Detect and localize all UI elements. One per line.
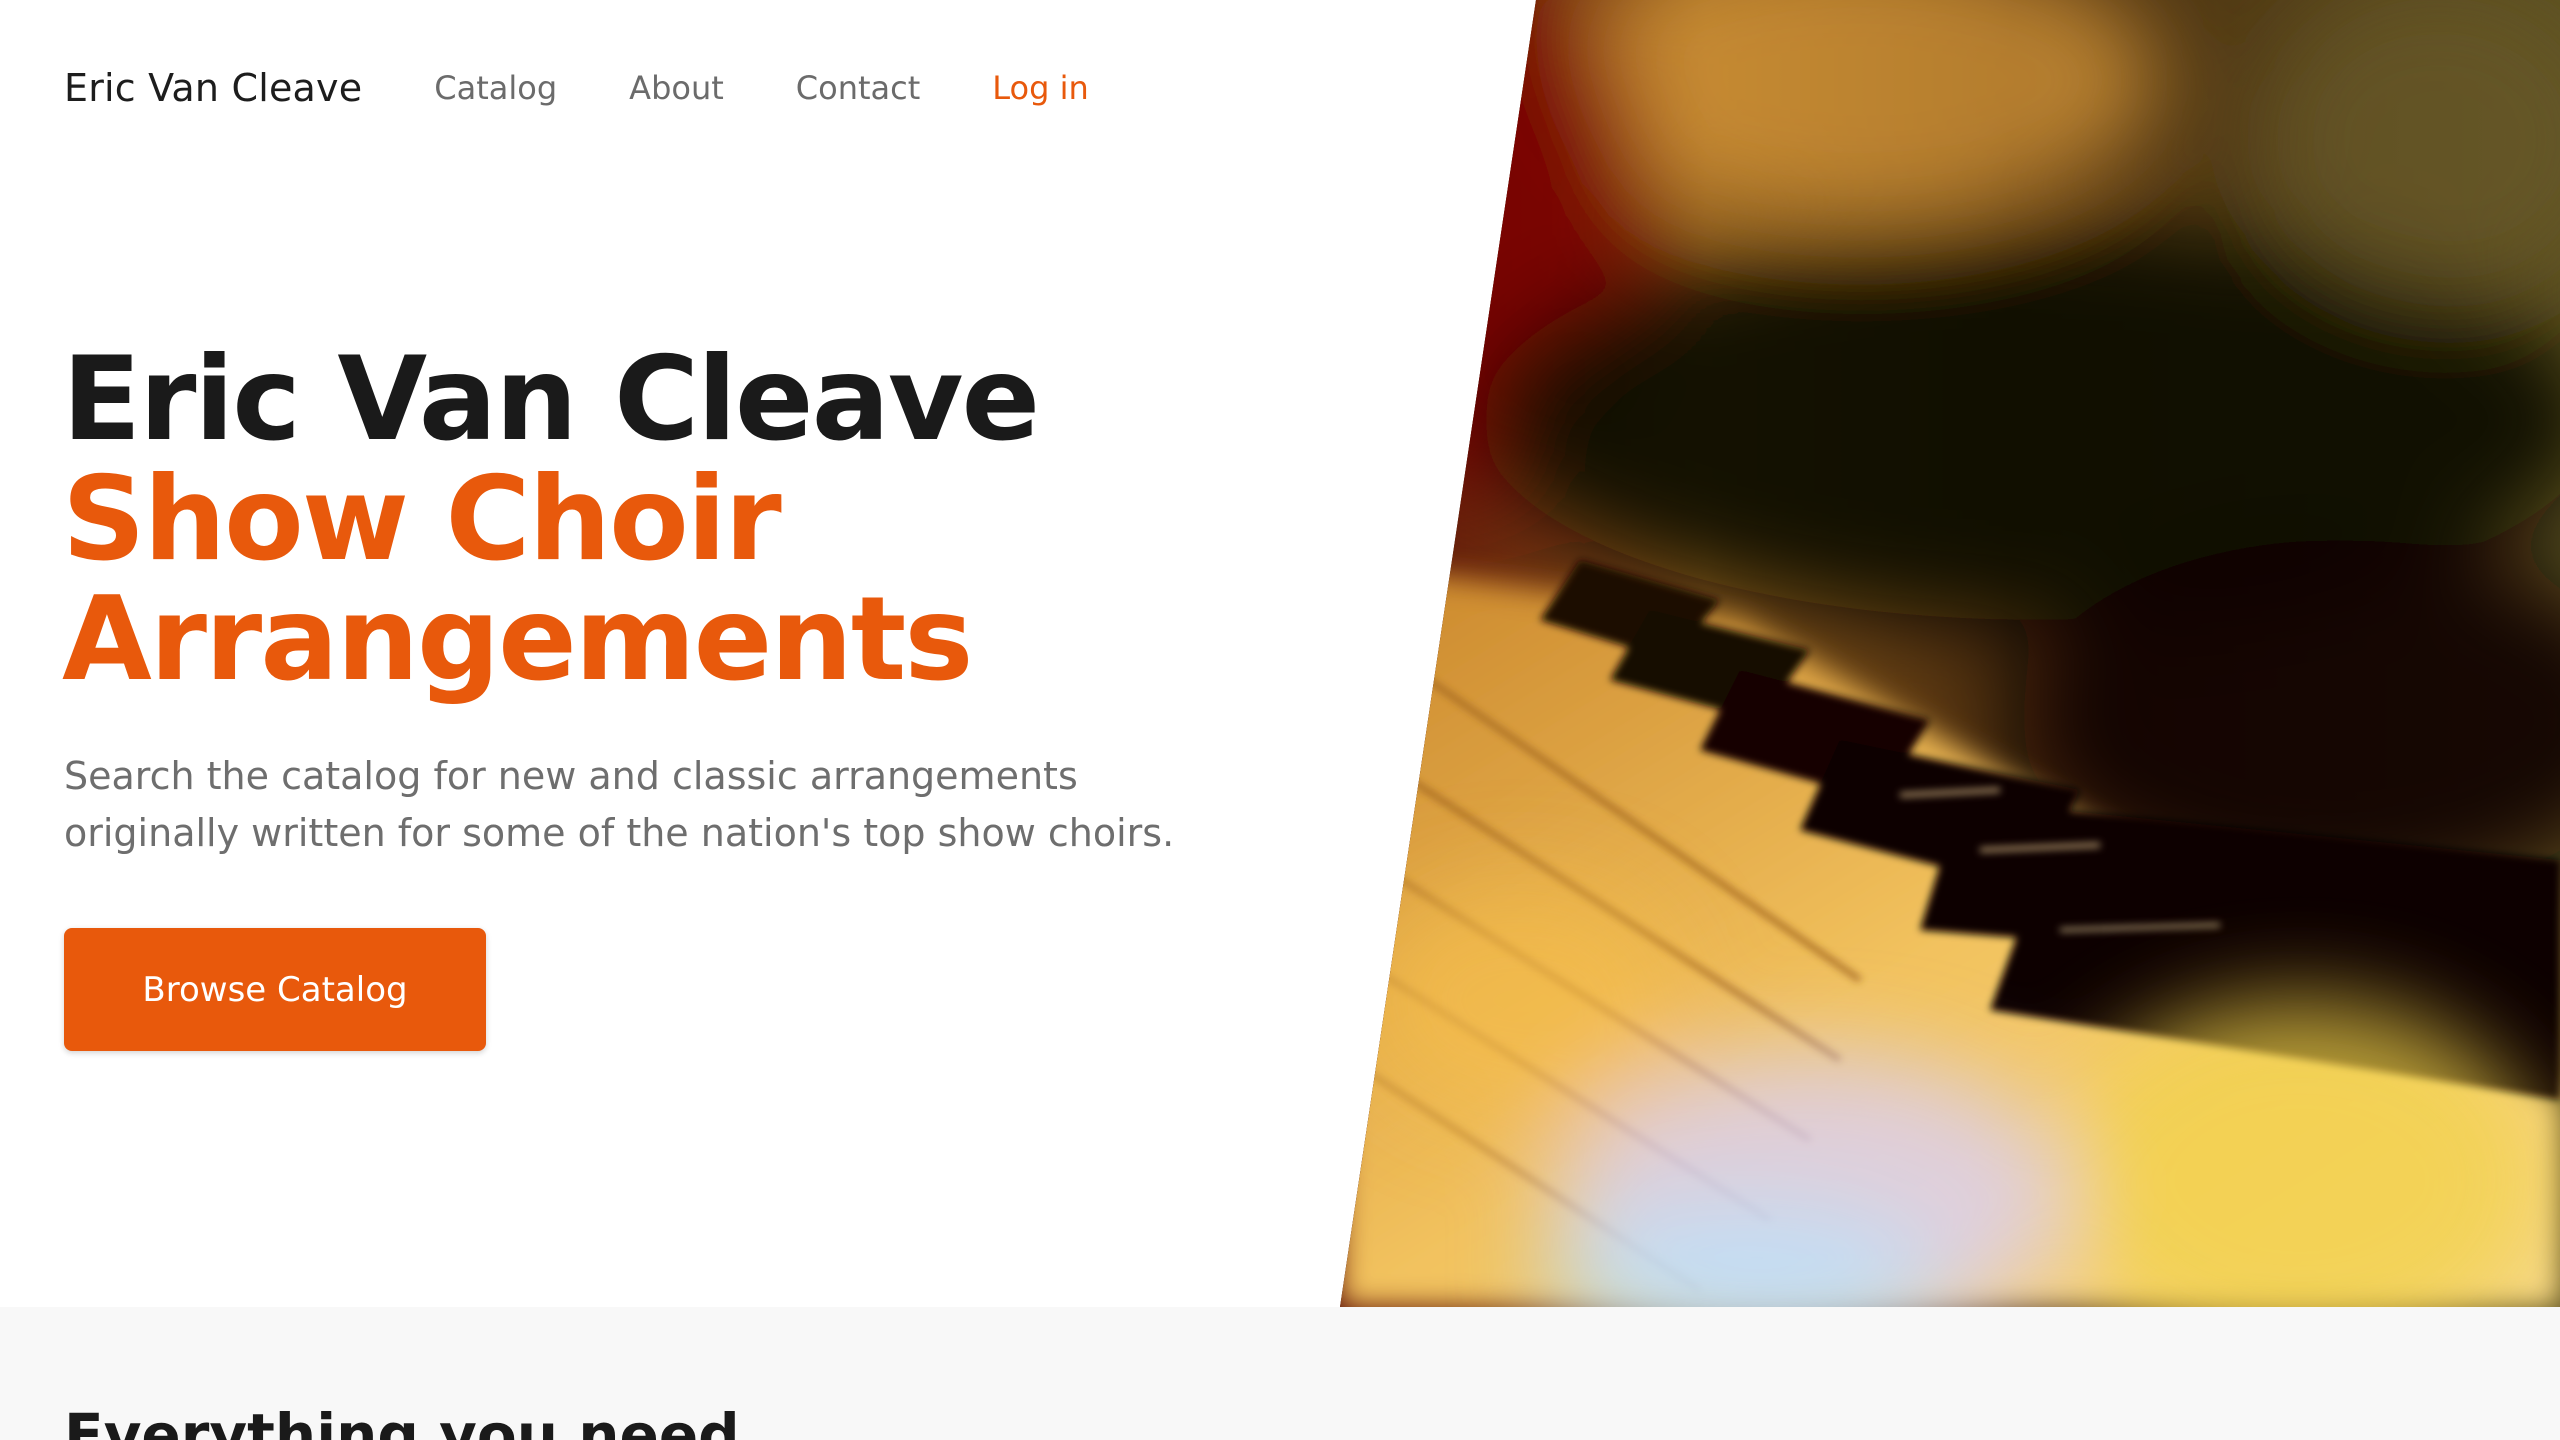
hero-title: Eric Van Cleave Show Choir Arrangements — [62, 332, 1040, 707]
nav-link-about[interactable]: About — [629, 69, 724, 107]
hero-title-name: Eric Van Cleave — [62, 332, 1040, 467]
nav-link-contact[interactable]: Contact — [796, 69, 921, 107]
login-link[interactable]: Log in — [992, 69, 1089, 107]
hero-title-accent-line2: Arrangements — [62, 572, 973, 707]
hero-piano-image — [1340, 0, 2560, 1307]
features-heading: Everything you need — [64, 1401, 740, 1440]
hero-section: Eric Van Cleave Catalog About Contact Lo… — [0, 0, 2560, 1307]
browse-catalog-button[interactable]: Browse Catalog — [64, 928, 486, 1051]
hero-description: Search the catalog for new and classic a… — [64, 754, 1175, 855]
features-section: Everything you need — [0, 1307, 2560, 1440]
top-navigation: Eric Van Cleave Catalog About Contact Lo… — [64, 56, 1129, 120]
hero-title-accent-line1: Show Choir — [62, 452, 782, 587]
nav-link-catalog[interactable]: Catalog — [434, 69, 557, 107]
landing-page: Eric Van Cleave Catalog About Contact Lo… — [0, 0, 2560, 1440]
brand-link[interactable]: Eric Van Cleave — [64, 66, 362, 110]
